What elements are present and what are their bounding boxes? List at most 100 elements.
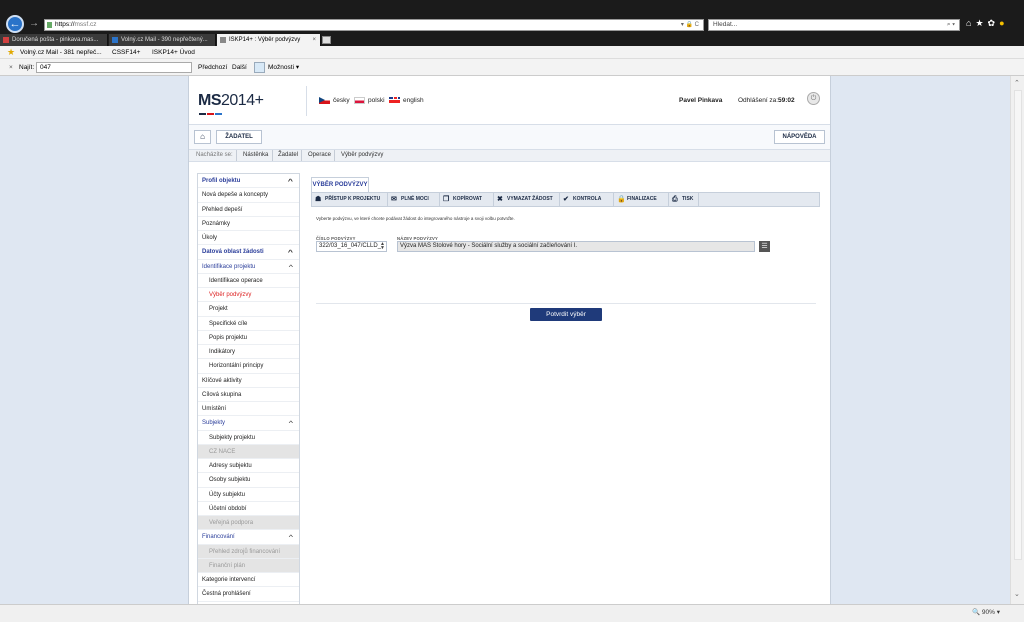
favorite-link-cssf[interactable]: CSSF14+	[112, 46, 140, 59]
scroll-thumb[interactable]	[1014, 90, 1022, 560]
sidebar-item[interactable]: Identifikace operace	[198, 274, 299, 288]
sidebar-item[interactable]: Horizontální principy	[198, 359, 299, 374]
ms2014-logo[interactable]: MS2014+	[198, 92, 264, 110]
sidebar-item[interactable]: Subjekty ^	[198, 416, 299, 431]
confirm-selection-button[interactable]: Potvrdit výběr	[530, 308, 602, 321]
tab-iskp-active[interactable]: ISKP14+ : Výběr podvýzvy ×	[217, 34, 321, 46]
sidebar-item[interactable]: Datová oblast žádosti ^	[198, 245, 299, 260]
sidebar-item[interactable]: Klíčové aktivity	[198, 374, 299, 388]
find-previous-button[interactable]: Předchozí	[198, 59, 227, 76]
settings-gear-icon[interactable]: ✿	[988, 18, 1000, 28]
address-bar[interactable]: https://mssf.cz ▾ 🔒 C	[44, 19, 704, 31]
app-toolbar: ⌂ ŽADATEL NÁPOVĚDA	[189, 125, 830, 149]
help-button[interactable]: NÁPOVĚDA	[774, 130, 825, 144]
sidebar-item[interactable]: Účty subjektu	[198, 488, 299, 502]
sidebar-item-label: Indikátory	[209, 349, 236, 355]
back-button[interactable]: ←	[6, 15, 24, 33]
chevron-up-icon[interactable]: ^	[288, 247, 293, 257]
action-button[interactable]: ❐ KOPÍROVAT	[440, 193, 494, 206]
spinner-arrows-icon[interactable]: ▲ ▼	[380, 242, 385, 251]
volny-icon	[112, 37, 118, 43]
action-icon: 🔒	[617, 196, 626, 203]
action-button[interactable]: 🔒 FINALIZACE	[614, 193, 669, 206]
sidebar-item[interactable]: Umístění	[198, 402, 299, 417]
favorites-star-icon[interactable]: ★	[7, 46, 15, 59]
new-tab-button[interactable]	[322, 36, 331, 44]
breadcrumb-zadatel[interactable]: Žadatel	[278, 150, 298, 161]
action-button[interactable]: ✉ PLNÉ MOCI	[388, 193, 440, 206]
close-find-icon[interactable]: ×	[9, 59, 13, 76]
sidebar-item[interactable]: Indikátory	[198, 345, 299, 360]
breadcrumb-operace[interactable]: Operace	[308, 150, 331, 161]
home-button[interactable]: ⌂	[194, 130, 211, 144]
action-label: VYMAZAT ŽÁDOST	[507, 196, 553, 202]
breadcrumb-separator	[236, 150, 237, 161]
uk-flag-icon	[389, 97, 400, 104]
lang-english[interactable]: english	[389, 97, 424, 104]
tab-mail-2[interactable]: Volný.cz Mail - 390 nepřečtený...	[109, 34, 216, 46]
page-scrollbar[interactable]: ⌃ ⌄	[1010, 76, 1024, 604]
sidebar-item[interactable]: Adresy subjektu	[198, 459, 299, 474]
sidebar-item[interactable]: Nová depeše a koncepty	[198, 188, 299, 203]
list-picker-icon[interactable]: ☰	[759, 241, 770, 252]
tab-vyber-podvyzvy[interactable]: VÝBĚR PODVÝZVY	[311, 177, 369, 192]
breadcrumb: Nacházíte se: Nástěnka Žadatel Operace V…	[189, 149, 830, 162]
sidebar-item[interactable]: Osoby subjektu	[198, 473, 299, 488]
role-zadatel-button[interactable]: ŽADATEL	[216, 130, 262, 144]
sidebar-item[interactable]: Profil objektu ^	[198, 174, 299, 189]
sidebar-item[interactable]: Poznámky	[198, 217, 299, 231]
chevron-up-icon[interactable]: ^	[289, 262, 293, 272]
call-number-select[interactable]: 322/03_16_047/CLLD_ ▲ ▼	[316, 241, 387, 252]
action-button[interactable]: ✔ KONTROLA	[560, 193, 614, 206]
scroll-down-icon[interactable]: ⌄	[1014, 590, 1020, 598]
sidebar-item[interactable]: Popis projektu	[198, 331, 299, 345]
action-icon: ⎙	[672, 196, 678, 203]
sidebar-item-label: Identifikace projektu	[202, 263, 256, 270]
sidebar-item[interactable]: Čestná prohlášení	[198, 587, 299, 602]
action-icon: ✔	[563, 196, 569, 203]
sidebar-item[interactable]: Úkoly	[198, 231, 299, 246]
lang-polish[interactable]: polski	[354, 97, 385, 104]
scroll-up-icon[interactable]: ⌃	[1014, 79, 1020, 87]
find-next-button[interactable]: Další	[232, 59, 247, 76]
sidebar-item[interactable]: Účetní období	[198, 502, 299, 516]
sidebar-item[interactable]: Identifikace projektu ^	[198, 260, 299, 274]
tab-mail-1[interactable]: Doručená pošta - pinkava.mas...	[0, 34, 108, 46]
find-input[interactable]: 047	[36, 62, 192, 73]
sidebar-item[interactable]: Přehled depeší	[198, 203, 299, 217]
chevron-up-icon[interactable]: ^	[289, 532, 293, 542]
sidebar-item[interactable]: Výběr podvýzvy	[198, 288, 299, 303]
sidebar-item[interactable]: Specifické cíle	[198, 317, 299, 331]
sidebar-item: Veřejná podpora	[198, 516, 299, 531]
sidebar-item[interactable]: Subjekty projektu	[198, 431, 299, 445]
favorite-link-volny[interactable]: Volný.cz Mail - 381 nepřeč...	[20, 46, 102, 59]
breadcrumb-nastenka[interactable]: Nástěnka	[243, 150, 268, 161]
favorite-link-iskp[interactable]: ISKP14+ Úvod	[152, 46, 195, 59]
power-icon[interactable]: ⏻	[807, 92, 820, 105]
chevron-up-icon[interactable]: ^	[288, 176, 293, 186]
zoom-level[interactable]: 🔍 90% ▾	[972, 605, 1000, 621]
sidebar-item-label: Financování	[202, 534, 235, 541]
chevron-up-icon[interactable]: ^	[289, 418, 293, 428]
feedback-smiley-icon[interactable]: ●	[999, 18, 1008, 28]
action-button[interactable]: ✖ VYMAZAT ŽÁDOST	[494, 193, 560, 206]
forward-button[interactable]: →	[29, 18, 39, 29]
sidebar-item-label: Nová depeše a koncepty	[202, 192, 269, 199]
sidebar-item-label: Účetní období	[209, 505, 247, 512]
search-icon[interactable]: ⌕ ▾	[947, 20, 955, 30]
sidebar-item[interactable]: Cílová skupina	[198, 388, 299, 402]
action-button[interactable]: ☗ PŘÍSTUP K PROJEKTU	[312, 193, 388, 206]
find-options-button[interactable]: Možnosti ▾	[254, 59, 299, 76]
czech-flag-icon	[319, 97, 330, 104]
sidebar-item[interactable]: Projekt	[198, 302, 299, 317]
close-icon[interactable]: ×	[312, 34, 316, 46]
sidebar-item[interactable]: Kategorie intervencí	[198, 573, 299, 588]
favorites-star-icon[interactable]: ★	[975, 18, 987, 28]
refresh-icon[interactable]: ▾ 🔒 C	[681, 20, 699, 30]
action-icon: ❐	[443, 196, 450, 203]
lang-czech[interactable]: česky	[319, 97, 350, 104]
sidebar-item[interactable]: Financování ^	[198, 530, 299, 545]
polish-flag-icon	[354, 97, 365, 104]
action-button[interactable]: ⎙ TISK	[669, 193, 699, 206]
search-input[interactable]: Hledat... ⌕ ▾	[708, 19, 960, 31]
